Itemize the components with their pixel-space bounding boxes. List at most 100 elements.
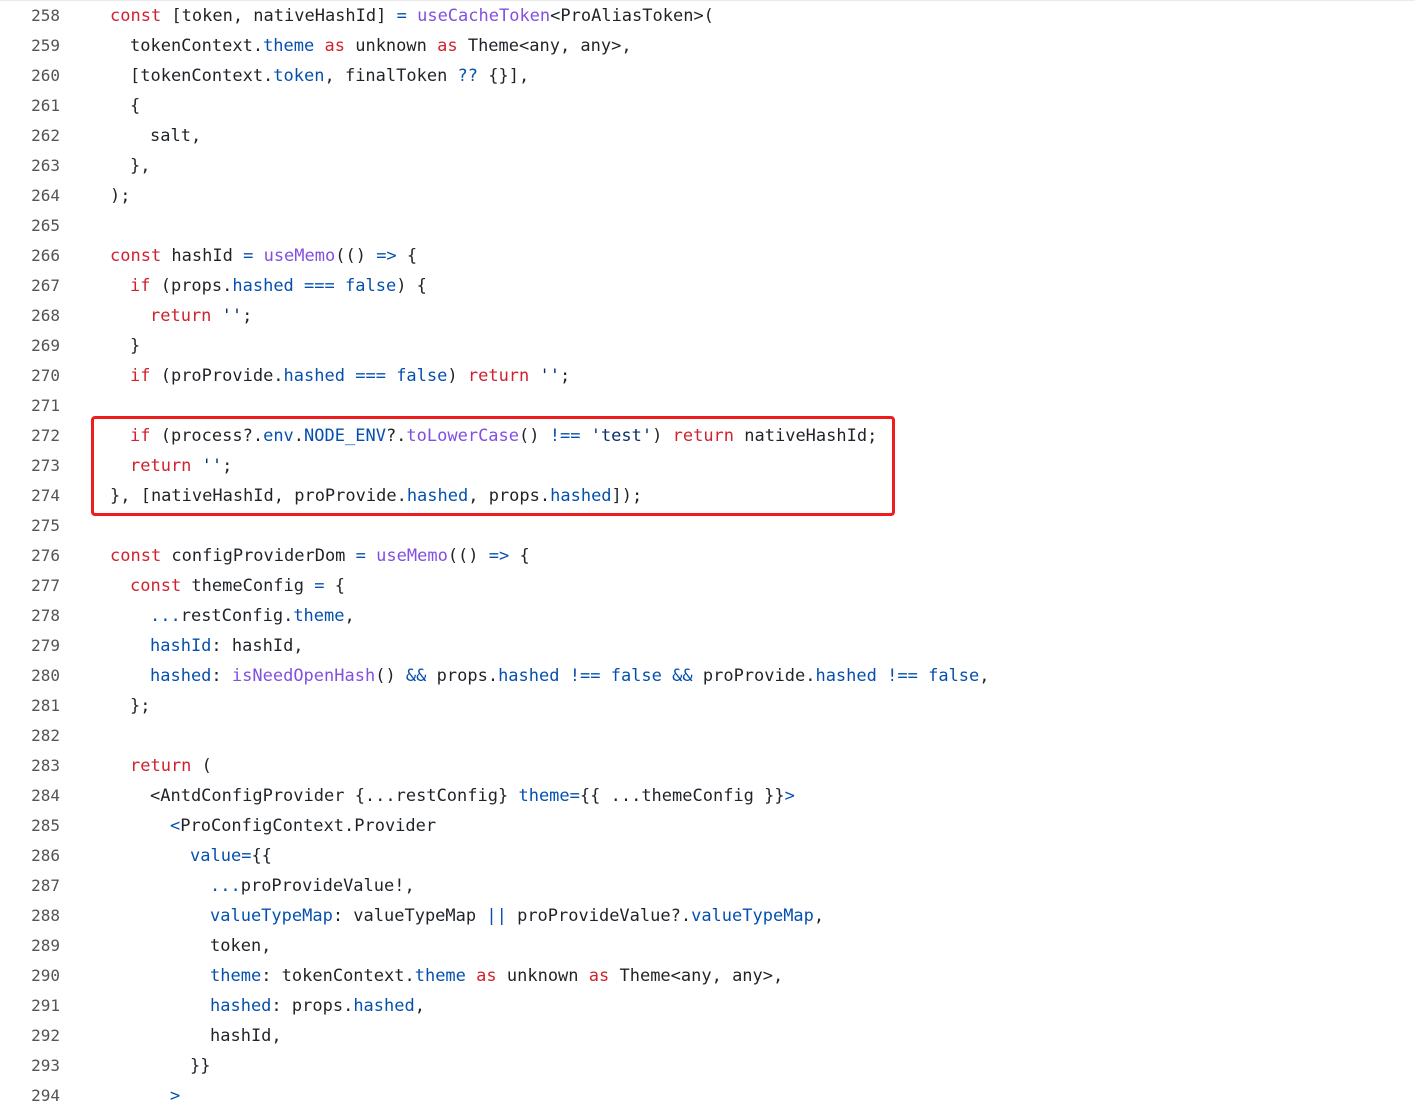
line-number[interactable]: 270 [0,361,60,391]
line-number[interactable]: 286 [0,841,60,871]
code-token: , [344,606,355,626]
line-number[interactable]: 285 [0,811,60,841]
line-number[interactable]: 277 [0,571,60,601]
line-number[interactable]: 266 [0,241,60,271]
code-token: => [488,546,510,566]
code-token: false [345,276,397,296]
line-number[interactable]: 276 [0,541,60,571]
line-code: value={{ [190,841,272,871]
code-token: salt, [150,126,202,146]
line-code: [tokenContext.token, finalToken ?? {}], [130,61,529,91]
code-line: 268 return ''; [0,301,1415,331]
code-token: Theme<any, any>, [609,966,784,986]
line-number[interactable]: 258 [0,1,60,31]
line-number[interactable]: 262 [0,121,60,151]
line-number[interactable]: 274 [0,481,60,511]
line-number[interactable]: 288 [0,901,60,931]
line-number[interactable]: 259 [0,31,60,61]
code-token: === [355,366,386,386]
line-number[interactable]: 263 [0,151,60,181]
code-token: hashId [161,246,244,266]
code-token: theme [263,36,315,56]
line-number[interactable]: 264 [0,181,60,211]
line-number[interactable]: 291 [0,991,60,1021]
line-number[interactable]: 282 [0,721,60,751]
code-line: 262 salt, [0,121,1415,151]
code-line: 266 const hashId = useMemo(() => { [0,241,1415,271]
line-number[interactable]: 267 [0,271,60,301]
code-token: return [672,426,735,446]
code-token: . [293,426,305,446]
line-number[interactable]: 283 [0,751,60,781]
code-token: const [110,6,162,26]
line-code: > [170,1081,180,1111]
code-token: '' [539,366,561,386]
line-number[interactable]: 281 [0,691,60,721]
line-number[interactable]: 287 [0,871,60,901]
code-token: env [263,426,294,446]
code-line: 288 valueTypeMap: valueTypeMap || proProv… [0,901,1415,931]
line-code: hashed: props.hashed, [210,991,425,1021]
line-code: hashId: hashId, [150,631,304,661]
line-code: ); [110,181,130,211]
line-number[interactable]: 284 [0,781,60,811]
code-line: 276 const configProviderDom = useMemo(() … [0,541,1415,571]
line-number[interactable]: 268 [0,301,60,331]
line-number[interactable]: 260 [0,61,60,91]
line-number[interactable]: 289 [0,931,60,961]
line-code: }, [nativeHashId, proProvide.hashed, pro… [110,481,642,511]
line-number[interactable]: 261 [0,91,60,121]
code-line: 273 return ''; [0,451,1415,481]
code-token: hashed [550,486,612,506]
code-token: ProConfigContext.Provider [180,816,437,836]
line-number[interactable]: 275 [0,511,60,541]
code-token: return [130,756,192,776]
code-token: : props. [271,996,354,1016]
code-token: !== [569,666,601,686]
line-number[interactable]: 278 [0,601,60,631]
line-number[interactable]: 279 [0,631,60,661]
line-number[interactable]: 265 [0,211,60,241]
code-token: value [190,846,242,866]
code-token: configProviderDom [161,546,356,566]
code-token: unknown [496,966,589,986]
line-number[interactable]: 293 [0,1051,60,1081]
line-number[interactable]: 272 [0,421,60,451]
code-token: = [569,786,580,806]
code-token: : hashId, [211,636,304,656]
code-token: const [110,246,162,266]
line-number[interactable]: 294 [0,1081,60,1111]
code-token: theme [293,606,345,626]
code-token: valueTypeMap [691,906,814,926]
line-number[interactable]: 280 [0,661,60,691]
line-code: if (proProvide.hashed === false) return … [130,361,570,391]
line-number[interactable]: 271 [0,391,60,421]
line-code: salt, [150,121,201,151]
code-token: restConfig. [180,606,294,626]
code-token: as [324,36,345,56]
code-line: 289 token, [0,931,1415,961]
code-line: 293}} [0,1051,1415,1081]
line-code: }, [130,151,150,181]
code-token: const [130,576,182,596]
code-token: ); [110,186,131,206]
code-token: = [396,6,407,26]
code-line: 270 if (proProvide.hashed === false) retu… [0,361,1415,391]
line-code: const hashId = useMemo(() => { [110,241,417,271]
code-token: (() [335,246,377,266]
code-token: '' [201,456,223,476]
line-number[interactable]: 290 [0,961,60,991]
line-number[interactable]: 269 [0,331,60,361]
code-token: useCacheToken [417,6,551,26]
code-token: useMemo [263,246,336,266]
code-token: { [509,546,530,566]
code-line: 264); [0,181,1415,211]
line-number[interactable]: 292 [0,1021,60,1051]
line-number[interactable]: 273 [0,451,60,481]
